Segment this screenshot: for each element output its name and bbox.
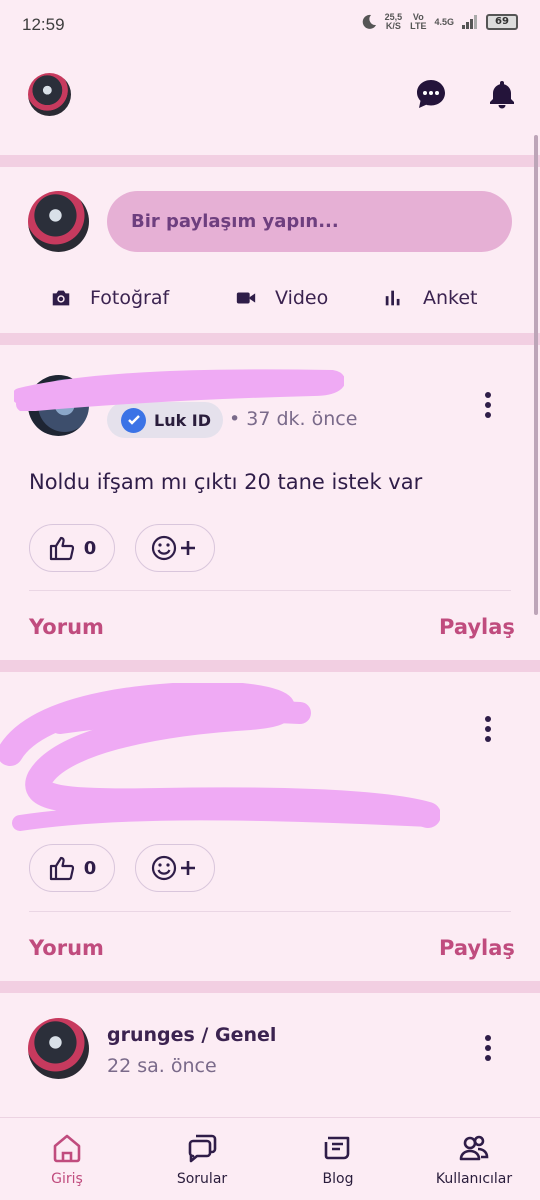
bottom-navigation: Giriş Sorular Blog Kullanıcılar — [0, 1117, 540, 1200]
more-vertical-icon — [485, 392, 491, 418]
poll-label: Anket — [423, 287, 478, 309]
verified-badge: Luk ID — [107, 402, 224, 438]
scrollbar[interactable] — [534, 135, 538, 615]
composer-avatar — [28, 191, 89, 252]
comment-button[interactable]: Yorum — [29, 615, 104, 639]
thumbs-up-icon — [49, 536, 74, 561]
nav-users-label: Kullanıcılar — [435, 1171, 513, 1187]
add-reaction-button[interactable] — [135, 844, 215, 892]
add-reaction-button[interactable] — [135, 524, 215, 572]
nav-home-label: Giriş — [51, 1171, 83, 1187]
status-bar: 12:59 25,5 K/S Vo LTE 4.5G 69 — [0, 0, 540, 52]
verified-check-icon — [121, 407, 146, 433]
post-menu-button[interactable] — [478, 1032, 498, 1064]
comment-button[interactable]: Yorum — [29, 936, 104, 960]
bar-chart-icon — [385, 290, 400, 306]
section-divider — [0, 981, 540, 993]
more-vertical-icon — [485, 1035, 491, 1061]
profile-avatar[interactable] — [28, 73, 71, 116]
nav-questions[interactable]: Sorular — [142, 1132, 262, 1187]
post-time: • 37 dk. önce — [229, 408, 358, 430]
post-menu-button[interactable] — [478, 713, 498, 745]
signal-icon — [462, 15, 477, 29]
camera-icon — [52, 290, 70, 306]
share-input[interactable]: Bir paylaşım yapın... — [107, 191, 512, 252]
net-speed: 25,5 K/S — [384, 12, 403, 31]
post-author-avatar[interactable] — [28, 375, 89, 436]
section-divider — [0, 155, 540, 167]
post-text: Noldu ifşam mı çıktı 20 tane istek var — [29, 470, 423, 494]
network-type: 4.5G — [434, 16, 454, 27]
video-button[interactable]: Video — [235, 287, 328, 309]
section-divider — [0, 660, 540, 672]
photo-label: Fotoğraf — [90, 287, 170, 309]
smiley-plus-icon — [151, 855, 195, 881]
like-count: 0 — [83, 857, 97, 879]
notifications-button[interactable] — [486, 78, 518, 110]
nav-questions-label: Sorular — [176, 1171, 228, 1187]
share-button[interactable]: Paylaş — [439, 936, 515, 960]
post-separator — [29, 590, 511, 591]
nav-users[interactable]: Kullanıcılar — [414, 1132, 534, 1187]
nav-blog[interactable]: Blog — [278, 1132, 398, 1187]
more-vertical-icon — [485, 716, 491, 742]
photo-button[interactable]: Fotoğraf — [50, 287, 169, 309]
messages-button[interactable] — [415, 78, 447, 110]
like-button[interactable]: 0 — [29, 844, 115, 892]
video-camera-icon — [236, 292, 256, 304]
nav-home[interactable]: Giriş — [7, 1132, 127, 1187]
post-time: 22 sa. önce — [107, 1055, 217, 1077]
share-button[interactable]: Paylaş — [439, 615, 515, 639]
bell-icon — [490, 81, 514, 109]
poll-button[interactable]: Anket — [383, 287, 478, 309]
smiley-plus-icon — [151, 535, 195, 561]
section-divider — [0, 333, 540, 345]
top-bar — [0, 72, 540, 118]
like-count: 0 — [83, 537, 97, 559]
redaction-scribble — [0, 683, 440, 831]
chat-bubble-icon — [417, 80, 445, 108]
post-separator — [29, 911, 511, 912]
newspaper-icon — [324, 1136, 350, 1160]
badge-label: Luk ID — [154, 410, 212, 430]
status-icons: 25,5 K/S Vo LTE 4.5G 69 — [361, 13, 518, 31]
moon-icon — [362, 14, 376, 29]
post-author[interactable]: grunges / Genel — [107, 1024, 276, 1046]
nav-blog-label: Blog — [322, 1171, 354, 1187]
like-button[interactable]: 0 — [29, 524, 115, 572]
thumbs-up-icon — [49, 856, 74, 881]
battery-indicator: 69 — [486, 14, 518, 30]
users-icon — [459, 1135, 489, 1161]
post-author-avatar[interactable] — [28, 1018, 89, 1079]
home-icon — [53, 1134, 81, 1163]
video-label: Video — [275, 287, 329, 309]
chat-bubbles-icon — [188, 1134, 217, 1163]
volte-indicator: Vo LTE — [410, 12, 427, 31]
post-menu-button[interactable] — [478, 389, 498, 421]
status-time: 12:59 — [22, 15, 65, 34]
